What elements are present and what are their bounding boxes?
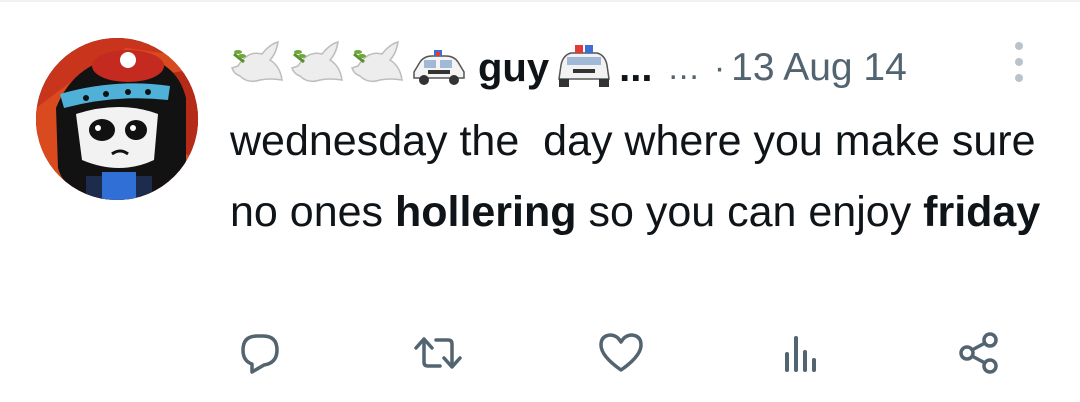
- tweet-text-bold: friday: [923, 188, 1041, 236]
- more-options-button[interactable]: [1006, 42, 1032, 82]
- dove-icon: [230, 40, 286, 97]
- dove-icon: [290, 40, 346, 97]
- heart-icon: [599, 333, 643, 372]
- tweet-text: wednesday the day where you make sure no…: [230, 106, 1060, 248]
- repost-button[interactable]: [411, 326, 465, 380]
- tweet-text-part: so you can enjoy: [576, 188, 924, 236]
- like-button[interactable]: [594, 326, 648, 380]
- views-button[interactable]: [774, 326, 828, 380]
- tweet-action-bar: [0, 320, 1080, 386]
- analytics-bars-icon: [785, 336, 816, 372]
- tweet-header: guy ... ... · 13 Aug 14: [230, 40, 907, 96]
- more-dot-icon: [1015, 74, 1023, 82]
- avatar[interactable]: [36, 38, 198, 200]
- author-display-name[interactable]: guy: [478, 46, 549, 91]
- more-dot-icon: [1015, 58, 1023, 66]
- reply-button[interactable]: [233, 326, 287, 380]
- share-button[interactable]: [952, 326, 1006, 380]
- display-name-truncation: ...: [619, 45, 653, 90]
- share-nodes-icon: [959, 332, 998, 374]
- repost-arrows-icon: [414, 337, 462, 369]
- police-car-front-icon: [555, 43, 613, 94]
- header-separator: ·: [713, 48, 726, 87]
- avatar-image: [36, 38, 198, 200]
- handle-truncation[interactable]: ...: [668, 49, 699, 88]
- reply-bubble-icon: [241, 334, 279, 374]
- police-car-icon: [410, 46, 468, 91]
- tweet-text-bold: hollering: [394, 188, 577, 236]
- dove-icon: [350, 40, 406, 97]
- tweet-timestamp[interactable]: 13 Aug 14: [731, 46, 907, 90]
- more-dot-icon: [1015, 42, 1023, 50]
- top-divider: [0, 0, 1080, 2]
